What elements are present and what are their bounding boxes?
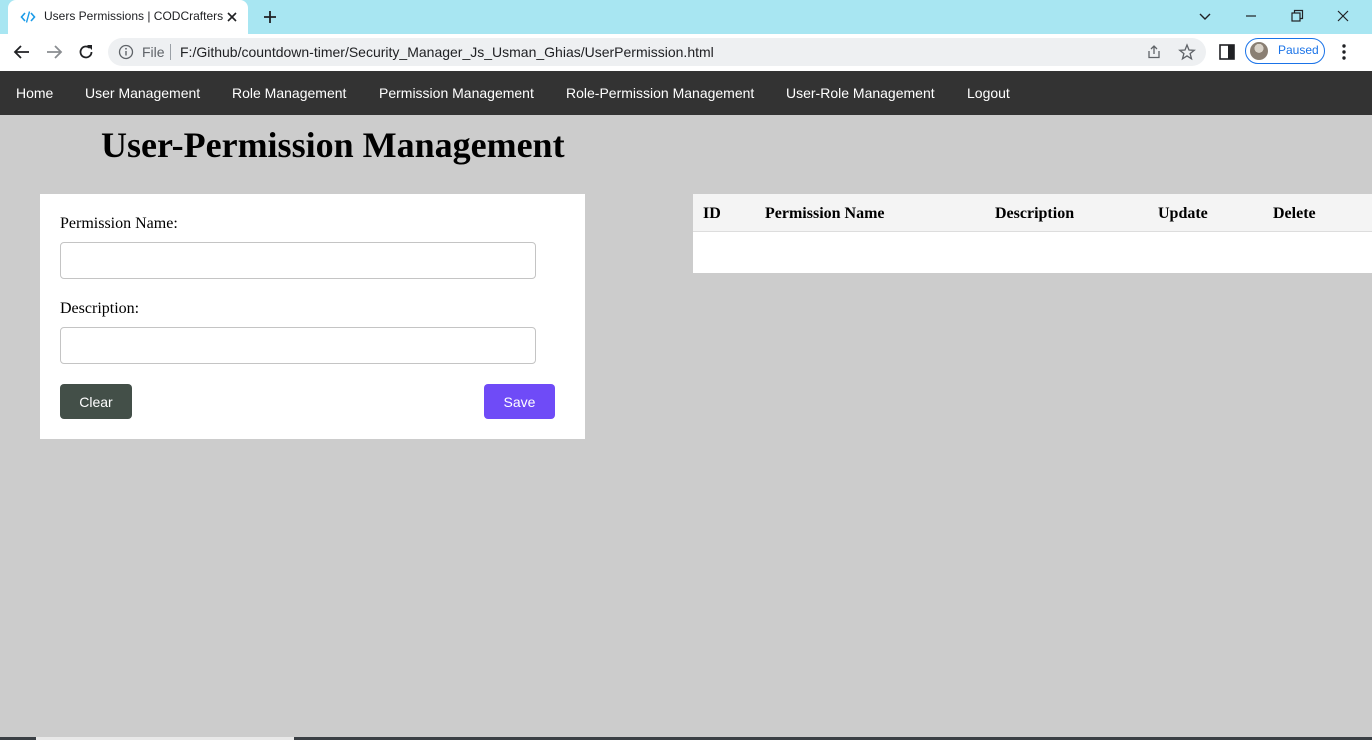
reload-icon[interactable] <box>76 42 96 62</box>
permission-name-input[interactable] <box>60 242 536 279</box>
nav-role-permission-management[interactable]: Role-Permission Management <box>566 85 754 101</box>
tab-search-chevron-icon[interactable] <box>1195 6 1215 26</box>
code-icon <box>20 11 36 23</box>
nav-user-management[interactable]: User Management <box>85 85 200 101</box>
nav-user-role-management[interactable]: User-Role Management <box>786 85 935 101</box>
table-header-row: ID Permission Name Description Update De… <box>693 194 1372 232</box>
nav-role-management[interactable]: Role Management <box>232 85 346 101</box>
column-header-description: Description <box>995 205 1075 222</box>
browser-tab[interactable]: Users Permissions | CODCrafters <box>8 0 248 34</box>
forward-arrow-icon[interactable] <box>44 42 64 62</box>
profile-button[interactable]: Paused <box>1245 38 1325 64</box>
share-icon[interactable] <box>1146 44 1162 60</box>
permission-form: Permission Name: Description: Clear Save <box>40 194 585 439</box>
url-text[interactable]: F:/Github/countdown-timer/Security_Manag… <box>180 44 714 60</box>
description-label: Description: <box>60 300 140 317</box>
profile-status: Paused <box>1278 43 1319 57</box>
column-header-delete: Delete <box>1273 205 1316 222</box>
description-input[interactable] <box>60 327 536 364</box>
address-bar[interactable]: File F:/Github/countdown-timer/Security_… <box>108 38 1206 66</box>
column-header-id: ID <box>703 205 721 222</box>
tab-title: Users Permissions | CODCrafters <box>44 9 224 23</box>
main-navbar: Home User Management Role Management Per… <box>0 71 1372 115</box>
omnibox-divider <box>170 44 171 60</box>
close-icon[interactable] <box>224 9 240 25</box>
scheme-label: File <box>142 44 165 60</box>
nav-logout[interactable]: Logout <box>967 85 1010 101</box>
info-icon[interactable] <box>118 44 134 60</box>
page-title: User-Permission Management <box>101 125 565 165</box>
nav-permission-management[interactable]: Permission Management <box>379 85 534 101</box>
browser-toolbar: File F:/Github/countdown-timer/Security_… <box>0 34 1372 71</box>
minimize-icon[interactable] <box>1241 6 1261 26</box>
column-header-update: Update <box>1158 205 1208 222</box>
column-header-permission-name: Permission Name <box>765 205 885 222</box>
new-tab-plus-icon[interactable] <box>261 8 279 26</box>
avatar <box>1250 42 1268 60</box>
permissions-table: ID Permission Name Description Update De… <box>693 194 1372 273</box>
browser-tab-strip: Users Permissions | CODCrafters <box>0 0 1372 34</box>
save-button[interactable]: Save <box>484 384 555 419</box>
restore-icon[interactable] <box>1287 6 1307 26</box>
bookmark-star-icon[interactable] <box>1178 43 1196 61</box>
back-arrow-icon[interactable] <box>12 42 32 62</box>
permission-name-label: Permission Name: <box>60 215 178 232</box>
kebab-menu-icon[interactable] <box>1336 43 1352 61</box>
clear-button[interactable]: Clear <box>60 384 132 419</box>
side-panel-icon[interactable] <box>1218 43 1236 61</box>
nav-home[interactable]: Home <box>16 85 53 101</box>
window-close-icon[interactable] <box>1333 6 1353 26</box>
